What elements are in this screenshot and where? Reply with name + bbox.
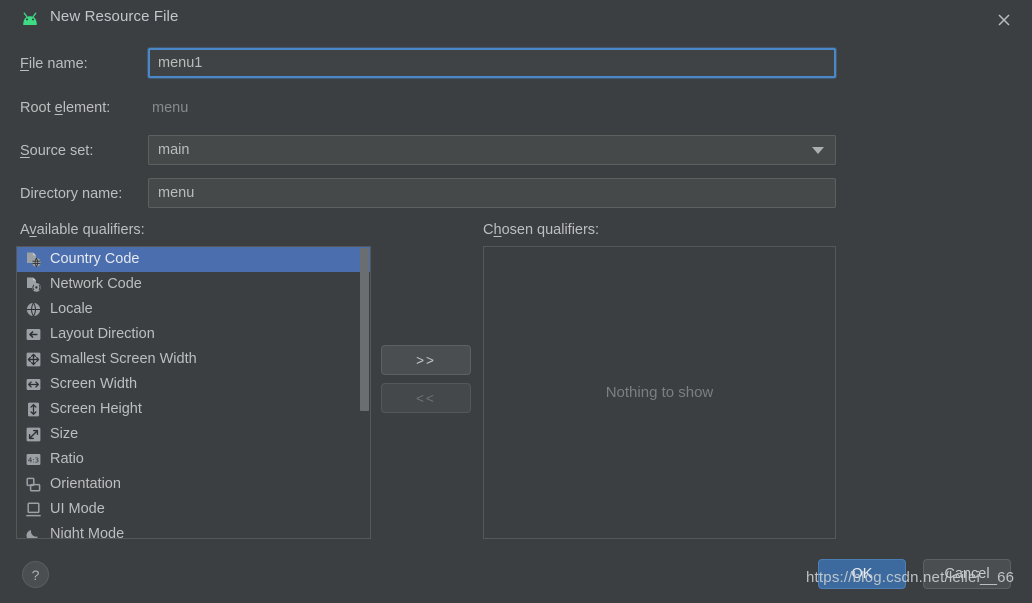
available-list-scrollbar[interactable] [360, 248, 369, 537]
file-name-value: menu1 [158, 55, 202, 71]
diagonal-resize-icon [25, 426, 42, 443]
chevron-down-icon[interactable] [801, 147, 835, 154]
svg-text:4:3: 4:3 [28, 457, 39, 465]
source-set-label: Source set: [20, 143, 93, 159]
scrollbar-thumb[interactable] [360, 248, 369, 411]
directory-name-input[interactable]: menu [148, 178, 836, 208]
list-item-label: Country Code [50, 252, 139, 267]
list-item[interactable]: Country Code [17, 247, 370, 272]
arrow-vertical-icon [25, 401, 42, 418]
aspect-ratio-icon: 4:3 [25, 451, 42, 468]
globe-icon [25, 301, 42, 318]
available-qualifiers-label: Available qualifiers: [20, 222, 145, 238]
list-item-label: Network Code [50, 277, 142, 292]
night-mode-icon [25, 526, 42, 539]
ok-label: OK [852, 566, 873, 582]
root-element-label: Root element: [20, 100, 110, 116]
country-code-icon [25, 251, 42, 268]
cancel-button[interactable]: Cancel [923, 559, 1011, 589]
cancel-label: Cancel [944, 566, 989, 582]
list-item[interactable]: Screen Height [17, 397, 370, 422]
list-item[interactable]: 4:3 Ratio [17, 447, 370, 472]
chosen-qualifiers-label: Chosen qualifiers: [483, 222, 599, 238]
list-item-label: Night Mode [50, 527, 124, 539]
new-resource-file-dialog: New Resource File File name: menu1 Root … [0, 0, 1032, 603]
source-set-value: main [149, 142, 801, 158]
list-item-label: Screen Height [50, 402, 142, 417]
list-item[interactable]: Size [17, 422, 370, 447]
close-icon[interactable] [988, 6, 1020, 34]
list-item[interactable]: Orientation [17, 472, 370, 497]
list-item-label: Locale [50, 302, 93, 317]
chosen-empty-message: Nothing to show [606, 384, 714, 401]
title-bar: New Resource File [0, 0, 1032, 38]
list-item-label: Screen Width [50, 377, 137, 392]
source-set-dropdown[interactable]: main [148, 135, 836, 165]
list-item-label: Layout Direction [50, 327, 155, 342]
list-item[interactable]: Network Code [17, 272, 370, 297]
file-name-input[interactable]: menu1 [148, 48, 836, 78]
directory-name-value: menu [158, 185, 194, 201]
add-qualifier-label: >> [416, 353, 436, 368]
available-qualifiers-list[interactable]: Country Code Network Code Locale Layout Dir… [16, 246, 371, 539]
file-name-label: File name: [20, 56, 88, 72]
chosen-qualifiers-panel[interactable]: Nothing to show [483, 246, 836, 539]
orientation-icon [25, 476, 42, 493]
list-item[interactable]: Layout Direction [17, 322, 370, 347]
android-robot-icon [20, 11, 40, 26]
four-way-arrows-icon [25, 351, 42, 368]
network-code-icon [25, 276, 42, 293]
list-item[interactable]: Night Mode [17, 522, 370, 539]
list-item-label: Ratio [50, 452, 84, 467]
help-label: ? [32, 567, 40, 583]
add-qualifier-button[interactable]: >> [381, 345, 471, 375]
root-element-value: menu [152, 100, 188, 116]
arrow-horizontal-icon [25, 376, 42, 393]
list-item-label: Smallest Screen Width [50, 352, 197, 367]
list-item[interactable]: Screen Width [17, 372, 370, 397]
window-title: New Resource File [50, 8, 178, 25]
list-item-label: UI Mode [50, 502, 105, 517]
list-item-label: Orientation [50, 477, 121, 492]
list-item-label: Size [50, 427, 78, 442]
arrow-left-icon [25, 326, 42, 343]
directory-name-label: Directory name: [20, 186, 122, 202]
list-item[interactable]: UI Mode [17, 497, 370, 522]
ui-mode-icon [25, 501, 42, 518]
list-item[interactable]: Locale [17, 297, 370, 322]
ok-button[interactable]: OK [818, 559, 906, 589]
remove-qualifier-button[interactable]: << [381, 383, 471, 413]
remove-qualifier-label: << [416, 391, 436, 406]
list-item[interactable]: Smallest Screen Width [17, 347, 370, 372]
help-button[interactable]: ? [22, 561, 49, 588]
